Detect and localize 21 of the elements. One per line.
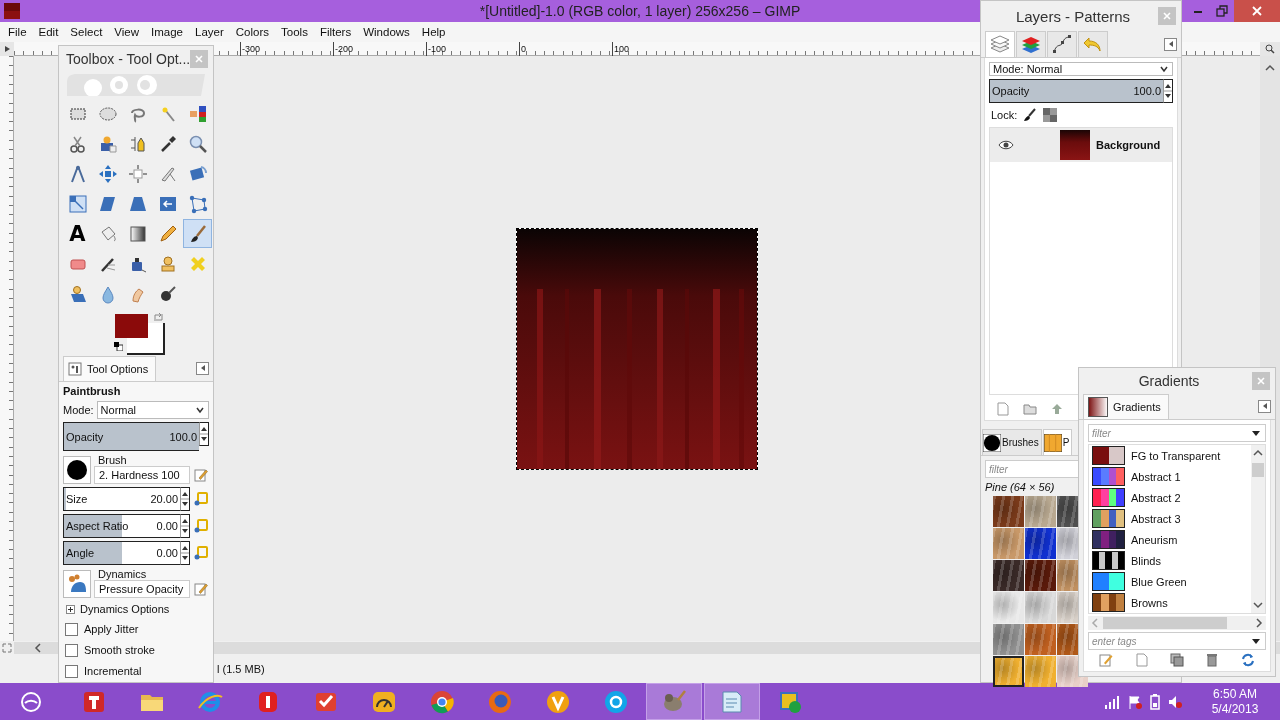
tool-name: Paintbrush	[63, 384, 122, 398]
panel-title: Layers - Patterns	[1014, 7, 1132, 25]
ruler-label: 0	[520, 45, 526, 54]
clock-time: 6:50 AM	[1212, 686, 1258, 702]
lock-label: Lock:	[991, 109, 1018, 121]
checkbox-label: Apply Jitter	[84, 623, 139, 635]
clock-date: 5/4/2013	[1210, 701, 1260, 717]
checkbox-label: Smooth stroke	[84, 644, 155, 656]
status-text: l (1.5 MB)	[217, 663, 265, 675]
field-label: Brush	[97, 454, 128, 466]
ruler-label: -300	[241, 45, 260, 54]
ruler-label: 100	[613, 45, 630, 54]
field-label: Dynamics	[97, 568, 148, 580]
ruler-label: -200	[334, 45, 353, 54]
window-title: *[Untitled]-1.0 (RGB color, 1 layer) 256x256 – GIMP	[479, 3, 801, 19]
mode-label: Mode:	[63, 404, 94, 416]
panel-title: Toolbox - Tool Opt...	[66, 50, 191, 67]
pattern-caption: Pine (64 × 56)	[985, 481, 1056, 493]
ruler-label: -100	[427, 45, 446, 54]
checkbox-label: Incremental	[84, 665, 142, 677]
panel-title: Gradients	[1137, 372, 1201, 389]
